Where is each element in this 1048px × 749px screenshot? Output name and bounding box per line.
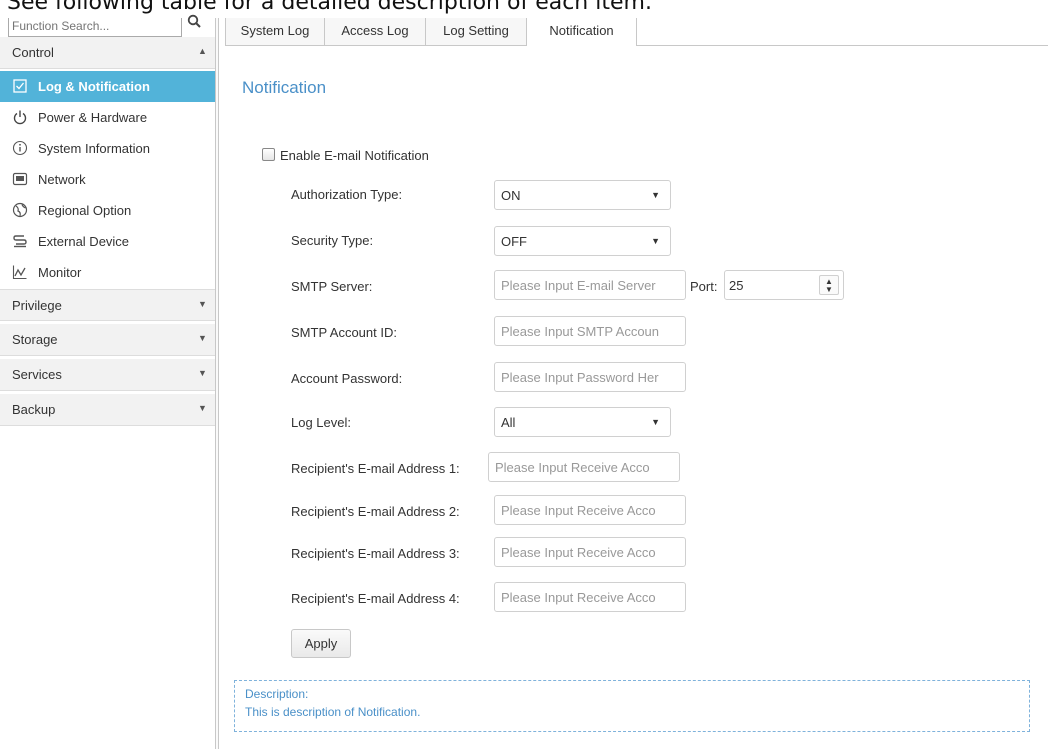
sidebar-item-network[interactable]: Network: [0, 164, 215, 195]
tab-label: System Log: [240, 23, 310, 38]
tab-bar: System Log Access Log Log Setting Notifi…: [225, 18, 1048, 46]
description-title: Description:: [245, 687, 309, 701]
spin-down-icon[interactable]: ▼: [825, 286, 833, 294]
sidebar-item-label: Regional Option: [38, 203, 132, 218]
sidebar-group-backup[interactable]: Backup ▼: [0, 394, 215, 426]
account-password-label: Account Password:: [291, 371, 403, 386]
search-button[interactable]: [184, 14, 206, 37]
authorization-type-select[interactable]: ON ▼: [494, 180, 671, 210]
sidebar-item-system-information[interactable]: System Information: [0, 133, 215, 164]
search-icon: [187, 14, 201, 28]
recipient-4-label: Recipient's E-mail Address 4:: [291, 591, 460, 606]
port-input[interactable]: [725, 271, 823, 299]
recipient-1-input[interactable]: [488, 452, 680, 482]
sidebar-item-label: Monitor: [38, 265, 82, 280]
chevron-down-icon: ▼: [651, 417, 660, 427]
external-device-icon: [13, 235, 27, 248]
tab-label: Notification: [549, 23, 614, 38]
sidebar-group-label: Backup: [12, 402, 56, 417]
authorization-type-label: Authorization Type:: [291, 187, 403, 202]
description-text: This is description of Notification.: [245, 705, 421, 719]
port-spin-button[interactable]: ▲ ▼: [819, 275, 839, 295]
function-search-box[interactable]: [8, 18, 182, 37]
sidebar-item-label: System Information: [38, 141, 150, 156]
sidebar-group-storage[interactable]: Storage ▼: [0, 324, 215, 356]
smtp-account-id-input[interactable]: [494, 316, 686, 346]
sidebar-item-label: External Device: [38, 234, 130, 249]
globe-icon: [12, 202, 28, 218]
sidebar-item-regional-option[interactable]: Regional Option: [0, 195, 215, 226]
sidebar-group-control[interactable]: Control ▲: [0, 37, 215, 69]
tab-label: Access Log: [341, 23, 409, 38]
network-icon: [12, 172, 28, 186]
power-icon: [13, 110, 27, 125]
smtp-account-id-label: SMTP Account ID:: [291, 325, 397, 340]
tab-notification[interactable]: Notification: [527, 18, 637, 46]
log-notification-icon: [13, 79, 27, 93]
security-type-value: OFF: [501, 234, 527, 249]
recipient-3-label: Recipient's E-mail Address 3:: [291, 546, 460, 561]
log-level-value: All: [501, 415, 516, 430]
chevron-down-icon: ▼: [198, 403, 207, 413]
sidebar-item-label: Log & Notification: [38, 79, 150, 94]
sidebar: Control ▲ Log & Notification Power & Har…: [0, 14, 215, 749]
recipient-2-input[interactable]: [494, 495, 686, 525]
tab-access-log[interactable]: Access Log: [325, 18, 426, 45]
apply-button[interactable]: Apply: [291, 629, 351, 658]
tab-system-log[interactable]: System Log: [225, 18, 325, 45]
recipient-2-label: Recipient's E-mail Address 2:: [291, 504, 460, 519]
sidebar-item-log-notification[interactable]: Log & Notification: [0, 71, 215, 102]
sidebar-item-external-device[interactable]: External Device: [0, 226, 215, 257]
sidebar-group-label: Storage: [12, 332, 58, 347]
info-icon: [12, 140, 28, 156]
sidebar-item-label: Power & Hardware: [38, 110, 148, 125]
sidebar-group-label: Privilege: [12, 298, 62, 313]
log-level-label: Log Level:: [291, 415, 351, 430]
chevron-down-icon: ▼: [651, 190, 660, 200]
security-type-label: Security Type:: [291, 233, 374, 248]
sidebar-item-label: Network: [38, 172, 86, 187]
port-label: Port:: [690, 279, 718, 294]
sidebar-group-privilege[interactable]: Privilege ▼: [0, 289, 215, 321]
recipient-4-input[interactable]: [494, 582, 686, 612]
tab-label: Log Setting: [443, 23, 509, 38]
sidebar-divider[interactable]: [215, 18, 219, 749]
smtp-server-label: SMTP Server:: [291, 279, 373, 294]
function-search-input[interactable]: [9, 18, 162, 34]
sidebar-item-power-hardware[interactable]: Power & Hardware: [0, 102, 215, 133]
chevron-up-icon: ▲: [198, 46, 207, 56]
enable-email-notification-label: Enable E-mail Notification: [280, 148, 429, 163]
monitor-icon: [12, 265, 27, 280]
port-stepper[interactable]: ▲ ▼: [724, 270, 844, 300]
sidebar-group-services[interactable]: Services ▼: [0, 359, 215, 391]
smtp-server-input[interactable]: [494, 270, 686, 300]
recipient-1-label: Recipient's E-mail Address 1:: [291, 461, 460, 476]
chevron-down-icon: ▼: [651, 236, 660, 246]
sidebar-item-monitor[interactable]: Monitor: [0, 257, 215, 288]
account-password-input[interactable]: [494, 362, 686, 392]
sidebar-group-label: Control: [12, 45, 54, 60]
enable-email-notification-checkbox[interactable]: [262, 148, 275, 161]
sidebar-group-label: Services: [12, 367, 62, 382]
recipient-3-input[interactable]: [494, 537, 686, 567]
description-panel: Description: This is description of Noti…: [234, 680, 1030, 732]
tab-log-setting[interactable]: Log Setting: [426, 18, 527, 45]
chevron-down-icon: ▼: [198, 299, 207, 309]
page-title: Notification: [242, 78, 327, 97]
document-caption: See following table for a detailed descr…: [7, 0, 652, 15]
security-type-select[interactable]: OFF ▼: [494, 226, 671, 256]
log-level-select[interactable]: All ▼: [494, 407, 671, 437]
authorization-type-value: ON: [501, 188, 521, 203]
chevron-down-icon: ▼: [198, 333, 207, 343]
chevron-down-icon: ▼: [198, 368, 207, 378]
